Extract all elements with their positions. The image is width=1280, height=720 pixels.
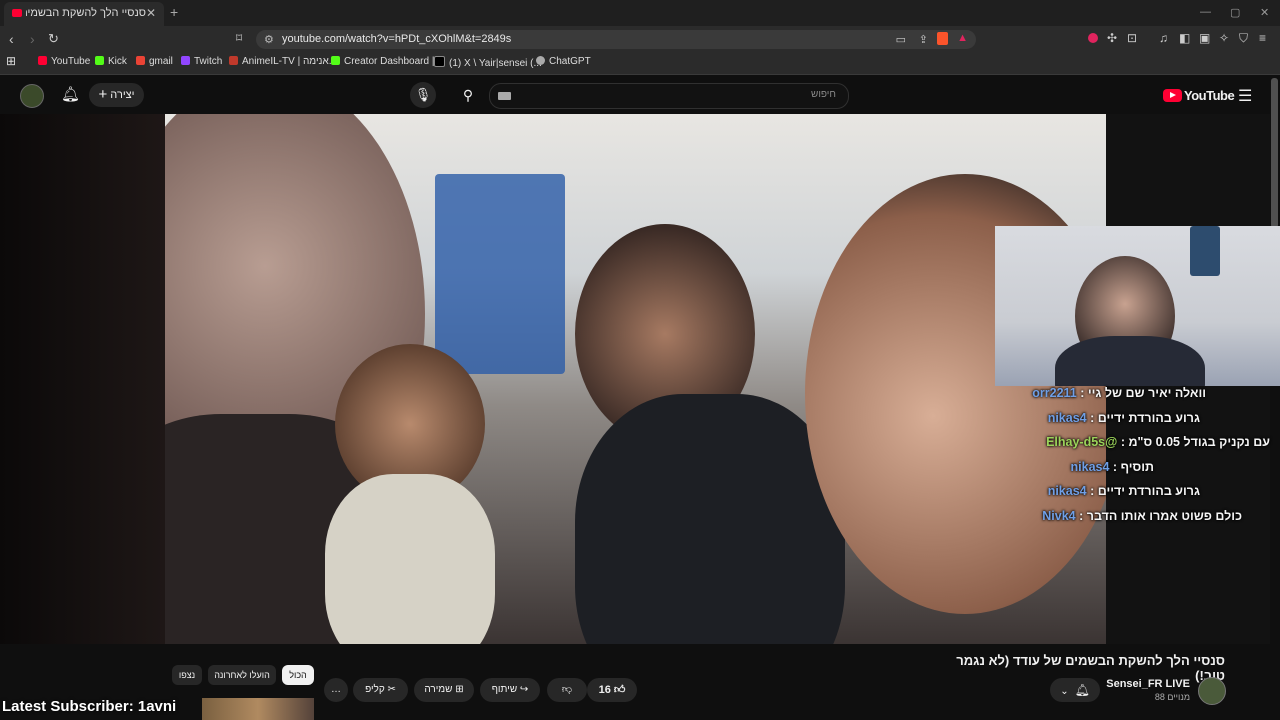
tab-close-icon[interactable]: ✕ — [146, 6, 156, 20]
page-scrollbar[interactable] — [1271, 78, 1278, 228]
bookmarks-bar: ⊞ YouTube Kick gmail Twitch AnimeIL-TV |… — [0, 52, 1280, 75]
create-button[interactable]: + יצירה — [89, 83, 144, 107]
search-icon: ⚲ — [462, 87, 474, 103]
bookmark-chatgpt[interactable]: ChatGPT — [536, 56, 591, 67]
maximize-icon[interactable]: ▢ — [1230, 6, 1240, 19]
reload-icon[interactable]: ↻ — [48, 31, 59, 47]
new-tab-button[interactable]: + — [170, 4, 178, 20]
clip-button[interactable]: קליפ ✂ — [353, 678, 408, 702]
clip-label: קליפ — [365, 684, 385, 695]
thumbs-up-icon: 👍︎ — [613, 684, 626, 696]
video-left-area — [0, 114, 165, 644]
chevron-down-icon: ⌄ — [1060, 686, 1069, 697]
site-info-icon[interactable]: ⚙ — [264, 33, 274, 46]
chat-message: גרוע בהורדת ידיים : nikas4 — [1047, 484, 1200, 498]
subscription-bell-button[interactable]: ⌄ 🔔︎ — [1050, 678, 1100, 702]
leo-ai-icon[interactable]: ✧ — [1219, 31, 1229, 45]
window-close-icon[interactable]: ✕ — [1260, 6, 1269, 19]
thumbs-down-icon: 👎︎ — [561, 684, 573, 695]
browser-menu-icon[interactable]: ≡ — [1259, 31, 1266, 45]
keyboard-icon[interactable] — [498, 92, 511, 100]
scissors-icon: ✂ — [387, 684, 396, 695]
create-label: יצירה — [110, 89, 135, 101]
media-icon[interactable]: ♫ — [1159, 31, 1168, 45]
rewards-icon[interactable]: ▲ — [957, 32, 968, 44]
wallet-icon[interactable]: ▣ — [1199, 31, 1210, 45]
like-count: 16 — [598, 684, 611, 696]
forward-icon[interactable]: › — [30, 31, 35, 47]
like-button[interactable]: 16 👍︎ — [587, 678, 637, 702]
youtube-favicon-icon — [12, 9, 22, 17]
video-frame[interactable] — [165, 114, 1106, 644]
chat-message: תוסיף : nikas4 — [1070, 460, 1154, 474]
share-label: שיתוף — [491, 684, 518, 695]
stream-chat-overlay: וואלה יאיר שם של גיי : orr2211 גרוע בהור… — [1030, 386, 1270, 531]
plus-icon: + — [98, 86, 108, 103]
share-icon: ↪ — [519, 684, 529, 695]
brave-shield-icon[interactable] — [937, 32, 948, 45]
chip-recently-uploaded[interactable]: הועלו לאחרונה — [208, 665, 276, 685]
url-text: youtube.com/watch?v=hPDt_cXOhlM&t=2849s — [282, 33, 512, 45]
extensions-icon[interactable]: ✣ — [1107, 31, 1117, 45]
save-icon: ⊞ — [455, 684, 464, 695]
bookmark-x[interactable]: (1) X \ Yair|sensei (... — [434, 56, 542, 69]
webcam-overlay — [995, 226, 1280, 386]
apps-grid-icon[interactable]: ⊞ — [6, 54, 16, 68]
extension-record-icon[interactable] — [1088, 33, 1098, 43]
vpn-icon[interactable]: ⛉ — [1239, 31, 1248, 46]
url-bar[interactable]: ⚙ youtube.com/watch?v=hPDt_cXOhlM&t=2849… — [256, 30, 976, 49]
video-shirt — [325, 474, 495, 644]
webcam-streamer-shirt — [1055, 336, 1205, 386]
bookmark-animeil[interactable]: AnimeIL-TV | אנימה... — [229, 56, 337, 67]
search-input[interactable]: חיפוש — [489, 83, 849, 109]
tab-title: סנסיי הלך להשקת הבשמים של... — [26, 7, 146, 19]
channel-subscribers: 88 מנויים — [1154, 692, 1190, 702]
video-fridge — [435, 174, 565, 374]
youtube-logo-text: YouTube — [1184, 88, 1235, 103]
bookmark-youtube[interactable]: YouTube — [38, 56, 90, 67]
channel-avatar[interactable] — [1198, 677, 1226, 705]
save-label: שמירה — [424, 684, 453, 695]
share-button[interactable]: שיתוף ↪ — [480, 678, 540, 702]
save-button[interactable]: שמירה ⊞ — [414, 678, 474, 702]
chip-all[interactable]: הכול — [282, 665, 314, 685]
voice-search-mic-icon[interactable]: 🎙︎ — [410, 82, 436, 108]
chat-message: גרוע בהורדת ידיים : nikas4 — [1047, 411, 1200, 425]
channel-name[interactable]: Sensei_FR LIVE — [1100, 678, 1190, 690]
bookmark-kick[interactable]: Kick — [95, 56, 127, 67]
dislike-button[interactable]: 👎︎ — [547, 678, 587, 702]
recommended-video-thumbnail[interactable] — [202, 698, 314, 720]
chat-message: וואלה יאיר שם של גיי : orr2211 — [1032, 386, 1206, 400]
webcam-poster — [1190, 226, 1220, 276]
youtube-play-icon — [1163, 89, 1182, 102]
notifications-bell-icon[interactable]: 🔔︎ — [61, 85, 80, 103]
chip-watched[interactable]: נצפו — [172, 665, 202, 685]
more-actions-button[interactable]: … — [324, 678, 348, 702]
sidebar-icon[interactable]: ◧ — [1179, 31, 1190, 45]
chat-message: כולם פשוט אמרו אותו הדבר : Nivk4 — [1042, 509, 1242, 523]
back-icon[interactable]: ‹ — [9, 31, 14, 47]
search-button[interactable]: ⚲ — [453, 83, 483, 107]
bookmark-creator-dashboard[interactable]: Creator Dashboard |... — [331, 56, 443, 67]
bookmark-page-icon[interactable]: ⌑ — [236, 31, 242, 45]
youtube-logo[interactable]: YouTube — [1163, 88, 1235, 104]
menu-icon[interactable]: ☰ — [1238, 86, 1252, 106]
screenshot-icon[interactable]: ⊡ — [1127, 31, 1137, 45]
search-placeholder: חיפוש — [811, 89, 836, 100]
share-page-icon[interactable]: ⇪ — [919, 33, 928, 46]
latest-subscriber-overlay: Latest Subscriber: 1avni — [2, 698, 177, 715]
chat-message: עם נקניק בגודל 0.05 ס"מ : @Elhay-d5s — [1046, 435, 1270, 449]
bookmark-twitch[interactable]: Twitch — [181, 56, 222, 67]
browser-tab[interactable]: סנסיי הלך להשקת הבשמים של... ✕ — [4, 2, 164, 26]
bell-icon: 🔔︎ — [1074, 683, 1090, 697]
bookmark-gmail[interactable]: gmail — [136, 56, 173, 67]
cast-icon[interactable]: ▭ — [896, 33, 906, 46]
more-icon: … — [331, 684, 341, 695]
account-avatar[interactable] — [20, 84, 44, 108]
video-hoodie — [575, 394, 845, 644]
minimize-icon[interactable]: — — [1200, 6, 1211, 18]
browser-tab-bar — [0, 0, 1280, 26]
